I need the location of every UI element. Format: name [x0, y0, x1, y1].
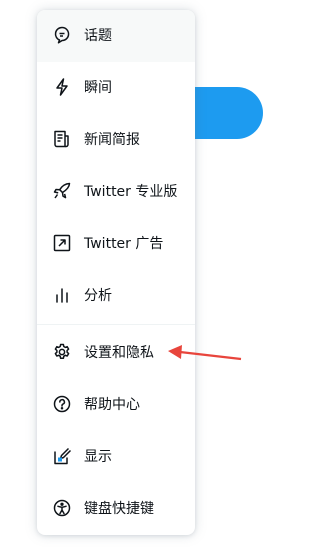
rocket-icon — [52, 181, 72, 201]
menu-item-twitter-professional[interactable]: Twitter 专业版 — [37, 166, 195, 218]
menu-item-label: 帮助中心 — [84, 397, 140, 413]
menu-item-display[interactable]: 显示 — [37, 431, 195, 483]
menu-item-analytics[interactable]: 分析 — [37, 270, 195, 322]
newsletter-icon — [52, 129, 72, 149]
menu-item-label: 设置和隐私 — [84, 345, 154, 361]
menu-item-twitter-ads[interactable]: Twitter 广告 — [37, 218, 195, 270]
menu-item-label: 瞬间 — [84, 80, 112, 96]
gear-icon — [52, 342, 72, 362]
menu-item-label: Twitter 广告 — [84, 236, 164, 252]
menu-item-newsletters[interactable]: 新闻简报 — [37, 114, 195, 166]
moments-icon — [52, 77, 72, 97]
menu-item-keyboard-shortcuts[interactable]: 键盘快捷键 — [37, 483, 195, 535]
menu-item-topics[interactable]: 话题 — [37, 10, 195, 62]
analytics-icon — [52, 285, 72, 305]
ads-arrow-icon — [52, 233, 72, 253]
menu-item-settings-privacy[interactable]: 设置和隐私 — [37, 327, 195, 379]
menu-item-label: 键盘快捷键 — [84, 501, 154, 517]
menu-item-label: 新闻简报 — [84, 132, 140, 148]
accessibility-icon — [52, 498, 72, 518]
help-icon — [52, 394, 72, 414]
menu-item-label: 话题 — [84, 28, 112, 44]
menu-item-label: 显示 — [84, 449, 112, 465]
menu-item-help-center[interactable]: 帮助中心 — [37, 379, 195, 431]
menu-item-moments[interactable]: 瞬间 — [37, 62, 195, 114]
menu-item-label: 分析 — [84, 288, 112, 304]
menu-divider — [37, 324, 195, 325]
topics-icon — [52, 25, 72, 45]
display-icon — [52, 446, 72, 466]
menu-item-label: Twitter 专业版 — [84, 184, 178, 200]
more-menu: 话题 瞬间 新闻简报 Twitter 专业版 Twitter 广告 分析 设置和… — [37, 10, 195, 535]
